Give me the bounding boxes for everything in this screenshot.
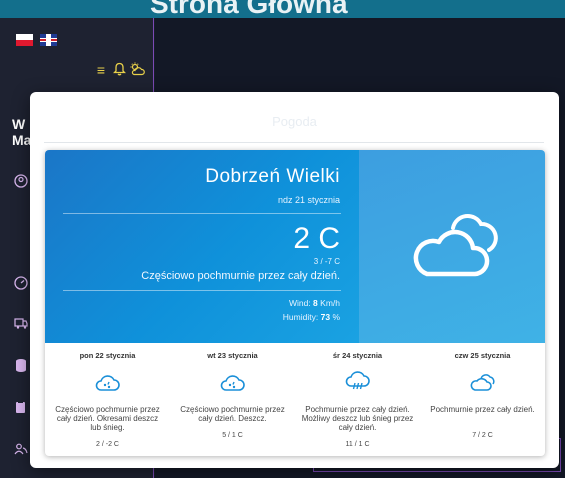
forecast-description: Częściowo pochmurnie przez cały dzień. O… <box>55 405 160 432</box>
wind-info: Wind: 8 Km/h <box>288 298 340 308</box>
weather-toggle-icon[interactable] <box>129 62 145 79</box>
weather-description: Częściowo pochmurnie przez cały dzień. <box>141 270 340 282</box>
forecast-temperature: 2 / -2 C <box>96 441 119 448</box>
forecast-day: pon 22 stycznia Częściowo pochmurnie prz… <box>45 343 170 456</box>
forecast-day: czw 25 stycznia Pochmurnie przez cały dz… <box>420 343 545 456</box>
forecast-day: wt 23 stycznia Częściowo pochmurnie prze… <box>170 343 295 456</box>
divider <box>63 213 341 214</box>
forecast-temperature: 7 / 2 C <box>472 432 493 439</box>
divider <box>63 290 341 291</box>
min-max-temperature: 3 / -7 C <box>313 257 340 266</box>
forecast-date: pon 22 stycznia <box>79 351 136 360</box>
header-icons: ≡ <box>93 62 145 79</box>
forecast-temperature: 5 / 1 C <box>222 432 243 439</box>
forecast-date: śr 24 stycznia <box>332 351 383 360</box>
flag-pl-icon[interactable] <box>16 34 33 46</box>
humidity-info: Humidity: 73 % <box>282 312 340 322</box>
clipboard-icon[interactable] <box>14 400 28 414</box>
page-title: Strona Główna <box>150 0 348 18</box>
rain-icon <box>345 371 370 390</box>
menu-icon[interactable]: ≡ <box>93 62 109 79</box>
user-circle-icon[interactable] <box>14 174 28 188</box>
database-icon[interactable] <box>14 358 28 372</box>
forecast-temperature: 11 / 1 C <box>345 441 370 448</box>
forecast-description: Pochmurnie przez cały dzień. Możliwy des… <box>301 405 414 432</box>
forecast-date: czw 25 stycznia <box>454 351 511 360</box>
modal-divider <box>44 142 544 143</box>
forecast-description: Pochmurnie przez cały dzień. <box>430 405 535 414</box>
dashboard-icon[interactable] <box>14 276 28 290</box>
city-name: Dobrzeń Wielki <box>205 166 340 187</box>
current-temperature: 2 C <box>293 222 340 255</box>
user-name: W Ma <box>12 116 32 148</box>
modal-title: Pogoda <box>272 114 317 129</box>
cloud-icon <box>470 374 495 391</box>
weather-modal: Pogoda Dobrzeń Wielki ndz 21 stycznia 2 … <box>30 92 559 468</box>
app-header: Strona Główna <box>0 0 565 18</box>
bell-icon[interactable] <box>111 62 127 79</box>
weather-card: Dobrzeń Wielki ndz 21 stycznia 2 C 3 / -… <box>45 150 545 456</box>
forecast-description: Częściowo pochmurnie przez cały dzień. D… <box>180 405 285 423</box>
forecast-date: wt 23 stycznia <box>207 351 258 360</box>
truck-icon[interactable] <box>14 316 28 330</box>
flag-uk-icon[interactable] <box>40 34 57 46</box>
current-weather-panel: Dobrzeń Wielki ndz 21 stycznia 2 C 3 / -… <box>45 150 359 343</box>
forecast-day: śr 24 stycznia Pochmurnie przez cały dzi… <box>295 343 420 456</box>
rain-snow-icon <box>95 375 120 391</box>
current-date: ndz 21 stycznia <box>277 195 340 205</box>
rain-snow-icon <box>220 375 245 391</box>
users-icon[interactable] <box>14 442 28 456</box>
cloud-icon <box>413 213 498 277</box>
